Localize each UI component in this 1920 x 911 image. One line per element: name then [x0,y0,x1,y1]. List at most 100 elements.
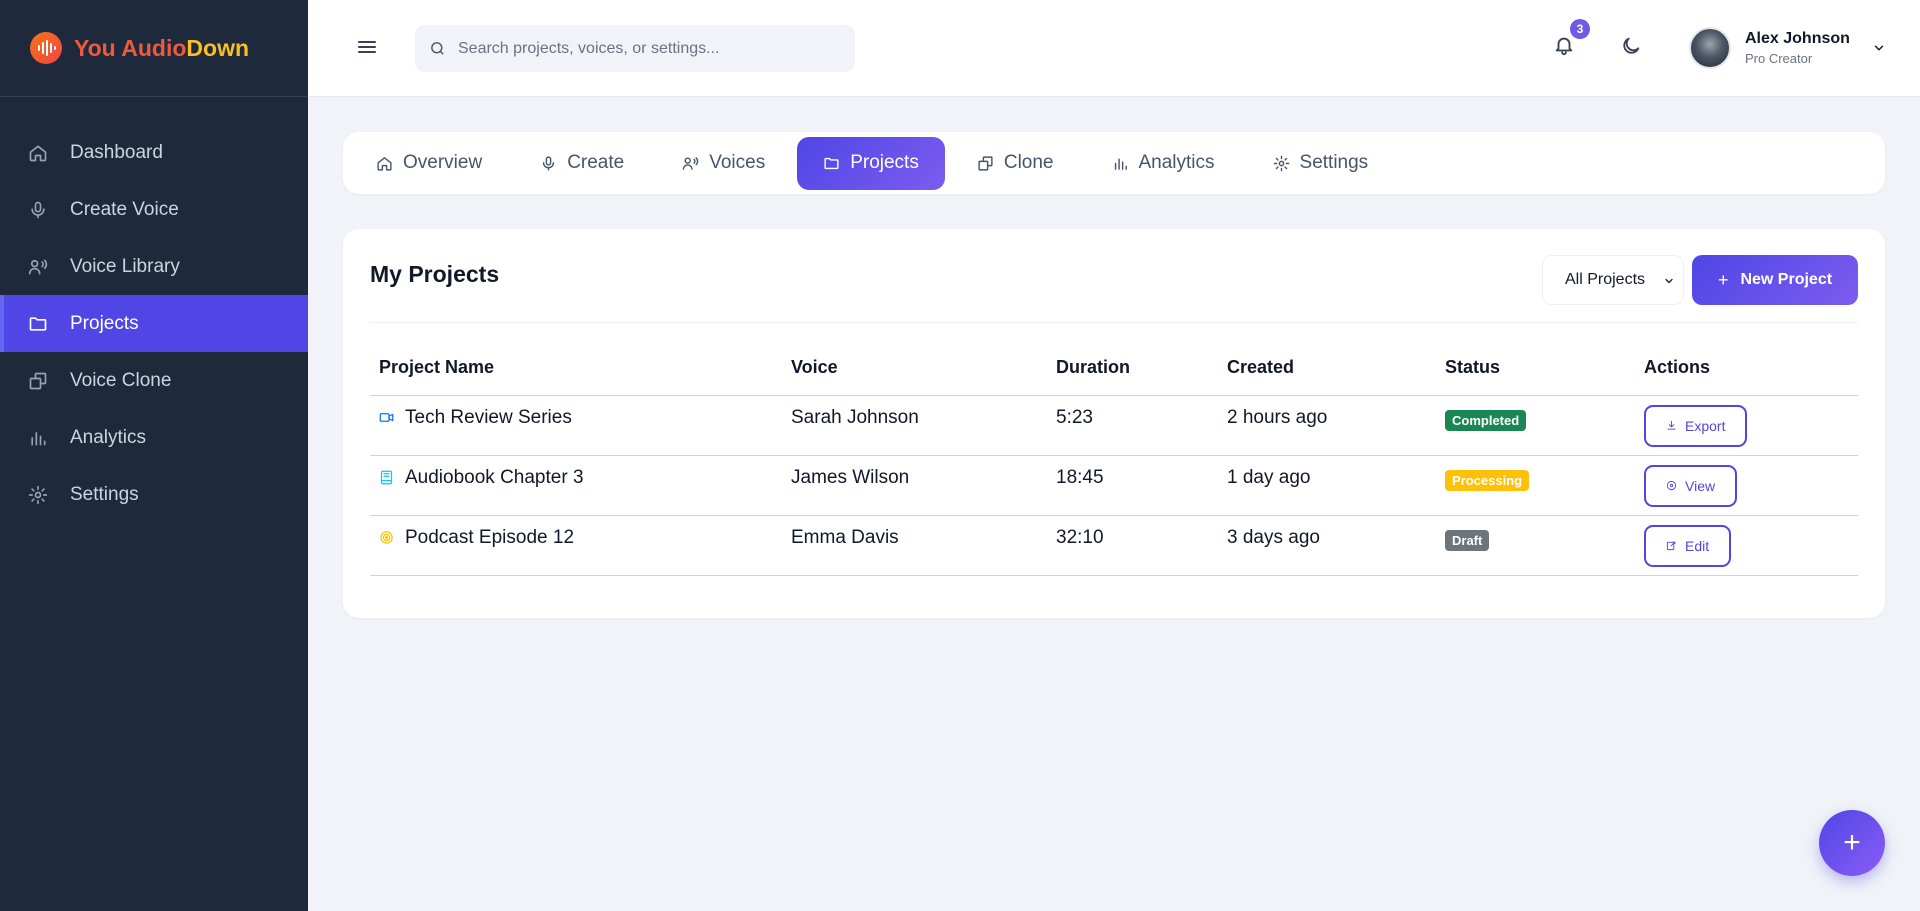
bar-chart-icon [1114,158,1127,170]
card-title: My Projects [370,261,500,287]
sidebar-item-create-voice[interactable]: Create Voice [0,181,308,238]
theme-toggle-button[interactable] [1620,35,1642,57]
projects-card: My Projects All Projects + New Project P… [343,229,1885,618]
project-filter-select[interactable]: All Projects [1542,255,1684,305]
gear-icon [1273,155,1289,171]
tab-voices[interactable]: Voices [656,137,791,190]
divider [370,322,1858,323]
project-name[interactable]: Podcast Episode 12 [405,527,574,549]
floating-add-button[interactable]: + [1819,810,1885,876]
plus-icon: + [1843,826,1861,859]
status-badge: Completed [1445,409,1527,431]
sidebar-nav: Dashboard Create Voice Voice Library Pro… [0,124,308,523]
project-name[interactable]: Tech Review Series [405,407,572,429]
tab-label: Clone [1003,152,1054,173]
sidebar-item-label: Analytics [70,426,147,448]
plus-icon: + [1717,269,1729,290]
projects-table: Project Name Voice Duration Created Stat… [370,357,1858,576]
column-header[interactable]: Duration [1047,357,1218,396]
microphone-icon [31,201,45,218]
search-input[interactable] [458,39,838,58]
bar-chart-icon [31,431,46,445]
voice-cell: James Wilson [782,455,1047,516]
new-project-label: New Project [1740,271,1833,288]
user-role: Pro Creator [1745,51,1813,66]
column-header[interactable]: Status [1436,357,1635,396]
tab-bar: Overview Create Voices Projects Clone An… [343,132,1885,194]
voice-cell: Emma Davis [782,515,1047,576]
action-label: Edit [1685,537,1710,554]
tab-label: Analytics [1138,152,1215,173]
tab-label: Overview [403,152,483,173]
duration-cell: 5:23 [1047,395,1218,456]
home-icon [377,156,392,171]
clone-icon [29,372,47,389]
voices-icon [682,156,699,170]
hamburger-icon [358,41,376,53]
voice-cell: Sarah Johnson [782,395,1047,456]
export-button[interactable]: Export [1644,404,1748,447]
sidebar-item-voice-clone[interactable]: Voice Clone [0,352,308,409]
table-row[interactable]: Podcast Episode 12 Emma Davis 32:10 3 da… [370,515,1858,576]
column-header[interactable]: Voice [782,357,1047,396]
tab-create[interactable]: Create [514,137,650,190]
tab-settings[interactable]: Settings [1247,137,1395,190]
action-label: Export [1685,417,1726,434]
moon-icon [1623,37,1640,54]
new-project-button[interactable]: + New Project [1692,255,1858,305]
avatar [1689,27,1731,69]
chevron-down-icon [1872,41,1886,55]
column-header: Actions [1635,357,1858,396]
notifications-button[interactable] [1553,34,1577,58]
soundwave-icon [30,32,62,64]
tab-clone[interactable]: Clone [951,137,1080,190]
view-button[interactable]: View [1644,464,1738,507]
search-icon [431,42,444,55]
home-icon [29,145,47,161]
sidebar-item-label: Voice Library [70,255,180,277]
sidebar-item-label: Projects [70,312,139,334]
column-header[interactable]: Created [1218,357,1436,396]
table-row[interactable]: Tech Review Series Sarah Johnson 5:23 2 … [370,395,1858,456]
brand[interactable]: You AudioDown [0,0,308,97]
menu-toggle-button[interactable] [355,35,379,59]
sidebar-item-label: Settings [70,483,139,505]
user-info: Alex Johnson Pro Creator [1745,30,1850,66]
status-badge: Processing [1445,469,1530,491]
table-row[interactable]: Audiobook Chapter 3 James Wilson 18:45 1… [370,455,1858,516]
duration-cell: 32:10 [1047,515,1218,576]
sidebar-item-label: Voice Clone [70,369,172,391]
column-header[interactable]: Project Name [370,357,782,396]
sidebar: You AudioDown Dashboard Create Voice Voi… [0,0,308,911]
filter-selected-value: All Projects [1565,271,1646,288]
edit-button[interactable]: Edit [1644,524,1732,567]
tab-analytics[interactable]: Analytics [1086,137,1241,190]
tab-label: Settings [1299,152,1369,173]
notification-count-badge: 3 [1570,19,1590,39]
tab-projects[interactable]: Projects [797,136,945,190]
top-header: 3 Alex Johnson Pro Creator [308,0,1920,97]
brand-name: You AudioDown [74,34,250,61]
sidebar-item-analytics[interactable]: Analytics [0,409,308,466]
sidebar-item-voice-library[interactable]: Voice Library [0,238,308,295]
sidebar-item-settings[interactable]: Settings [0,466,308,523]
tab-label: Projects [850,152,919,173]
clone-icon [978,155,993,171]
eye-icon [1666,480,1677,491]
voices-icon [28,259,48,274]
tab-overview[interactable]: Overview [350,137,508,190]
duration-cell: 18:45 [1047,455,1218,516]
sidebar-item-projects[interactable]: Projects [0,295,308,352]
search-bar[interactable] [415,25,855,72]
chevron-down-icon [1665,278,1673,284]
created-cell: 2 hours ago [1218,395,1436,456]
folder-icon [824,157,839,169]
bell-icon [1555,37,1573,56]
podcast-icon [380,531,393,544]
video-icon [379,413,394,422]
project-name[interactable]: Audiobook Chapter 3 [405,467,584,489]
sidebar-item-dashboard[interactable]: Dashboard [0,124,308,181]
table-header-row: Project Name Voice Duration Created Stat… [370,357,1858,396]
user-menu[interactable]: Alex Johnson Pro Creator [1689,27,1886,69]
sidebar-item-label: Create Voice [70,198,179,220]
